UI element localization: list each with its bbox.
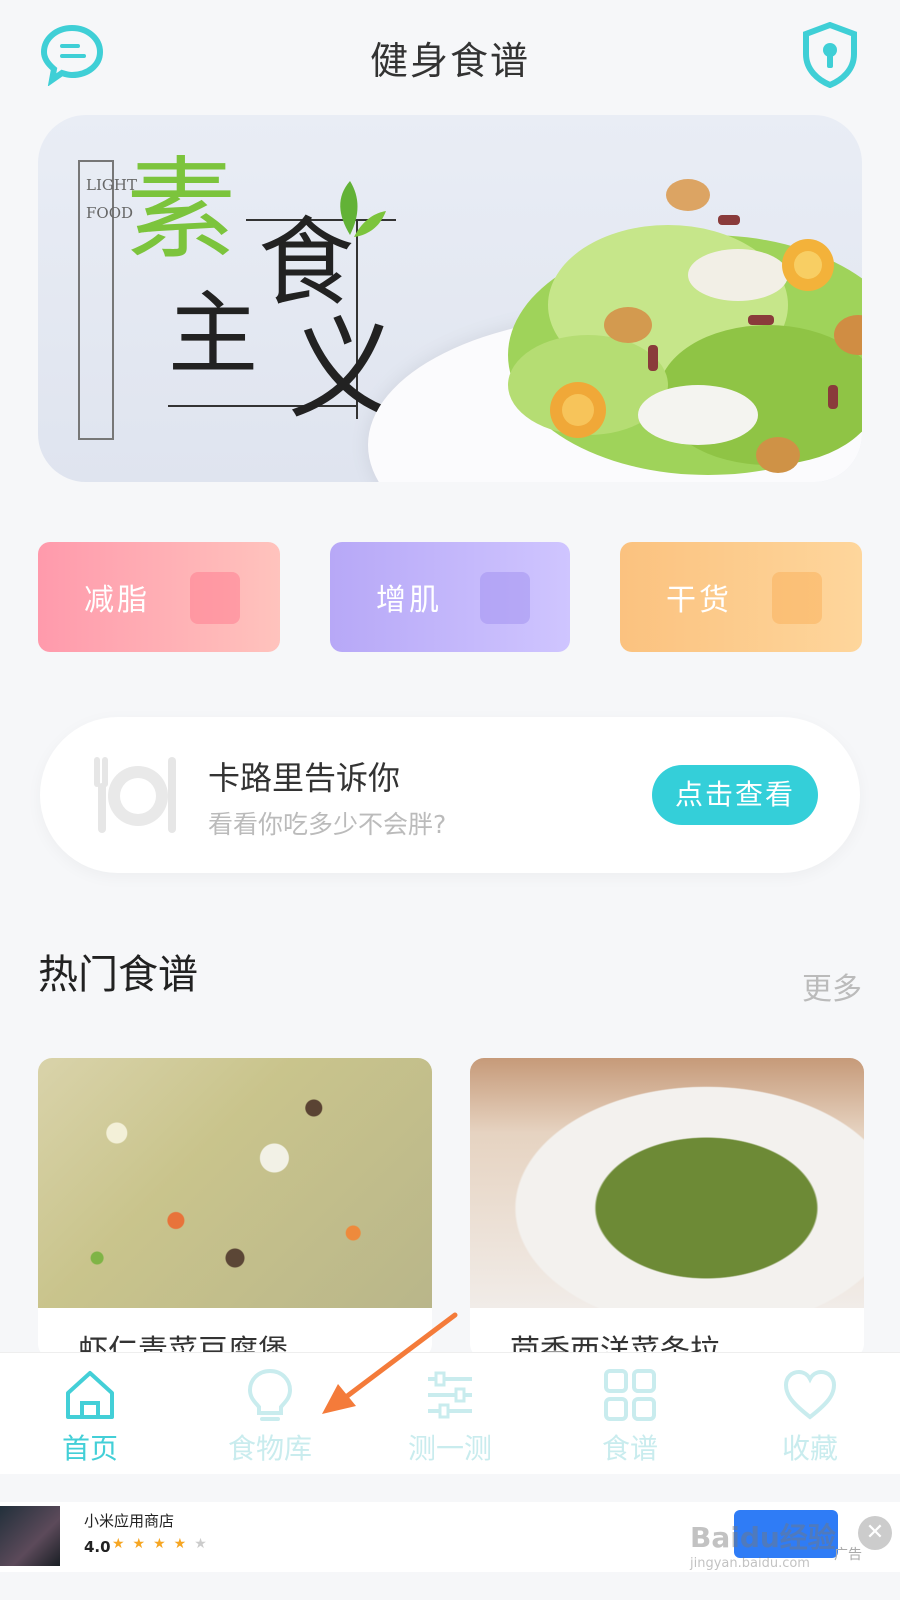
tab-recipes[interactable]: 食谱 [540, 1353, 720, 1475]
tab-label: 测一测 [407, 1432, 492, 1465]
leaf-icon [340, 181, 386, 237]
dumbbell-icon [480, 572, 530, 624]
salad-image [508, 179, 862, 475]
app-header: 健身食谱 [0, 0, 900, 110]
tab-label: 食谱 [601, 1432, 658, 1465]
category-fat-loss[interactable]: 减脂 [38, 542, 280, 652]
category-tips[interactable]: 干货 [620, 542, 862, 652]
sliders-icon [428, 1371, 472, 1419]
tab-label: 收藏 [781, 1432, 838, 1465]
tab-label: 首页 [61, 1432, 118, 1465]
promo-banner[interactable]: LIGHT FOOD 素 食 主 义 [38, 115, 862, 482]
tab-favorites[interactable]: 收藏 [720, 1353, 900, 1475]
calorie-card[interactable]: 卡路里告诉你 看看你吃多少不会胖? 点击查看 [40, 717, 860, 873]
category-label: 增肌 [376, 583, 442, 618]
star-off: ★ [194, 1536, 215, 1552]
page-title: 健身食谱 [369, 39, 530, 83]
ad-stars: ★★★★★ [112, 1536, 215, 1552]
heart-icon [783, 1369, 837, 1420]
tab-label: 食物库 [227, 1432, 312, 1465]
calorie-title: 卡路里告诉你 [208, 759, 401, 797]
lightbulb-icon [247, 1368, 293, 1421]
view-calorie-button[interactable]: 点击查看 [652, 765, 818, 825]
hot-recipes-title: 热门食谱 [38, 952, 198, 998]
clipboard-icon [772, 572, 822, 624]
tab-home[interactable]: 首页 [0, 1353, 180, 1475]
grid-icon [604, 1369, 656, 1421]
banner-char-su: 素 [126, 146, 236, 274]
ad-app-name: 小米应用商店 [84, 1512, 175, 1530]
tab-food-library[interactable]: 食物库 [180, 1353, 360, 1475]
recipe-image [470, 1058, 864, 1308]
bottom-tab-bar: 首页 食物库 测一测 食谱 收藏 [0, 1352, 900, 1474]
calorie-subtitle: 看看你吃多少不会胖? [208, 810, 447, 839]
category-label: 干货 [666, 583, 732, 618]
recipe-card[interactable]: 茴香西洋菜条拉 [470, 1058, 864, 1358]
shield-lock-icon [803, 21, 857, 89]
scale-icon [190, 572, 240, 624]
ad-thumbnail [0, 1506, 60, 1566]
plate-cutlery-icon [94, 757, 176, 833]
recipe-card[interactable]: 虾仁青菜豆腐煲 [38, 1058, 432, 1358]
banner-char-zhu: 主 [168, 282, 258, 387]
more-link[interactable]: 更多 [802, 964, 862, 1008]
ad-rating: 4.0 [84, 1538, 111, 1556]
recipe-image [38, 1058, 432, 1308]
banner-side-text: LIGHT FOOD [86, 176, 137, 222]
home-icon [66, 1371, 114, 1419]
tab-test[interactable]: 测一测 [360, 1353, 540, 1475]
star-on: ★★★★ [112, 1536, 195, 1552]
watermark-url: jingyan.baidu.com [690, 1556, 810, 1571]
category-label: 减脂 [84, 583, 150, 618]
privacy-button[interactable] [802, 21, 858, 89]
watermark: Baidu经验 [690, 1521, 836, 1554]
category-muscle-gain[interactable]: 增肌 [330, 542, 570, 652]
ad-close-button[interactable]: ✕ [858, 1516, 892, 1550]
ad-label: 广告 [834, 1547, 862, 1563]
